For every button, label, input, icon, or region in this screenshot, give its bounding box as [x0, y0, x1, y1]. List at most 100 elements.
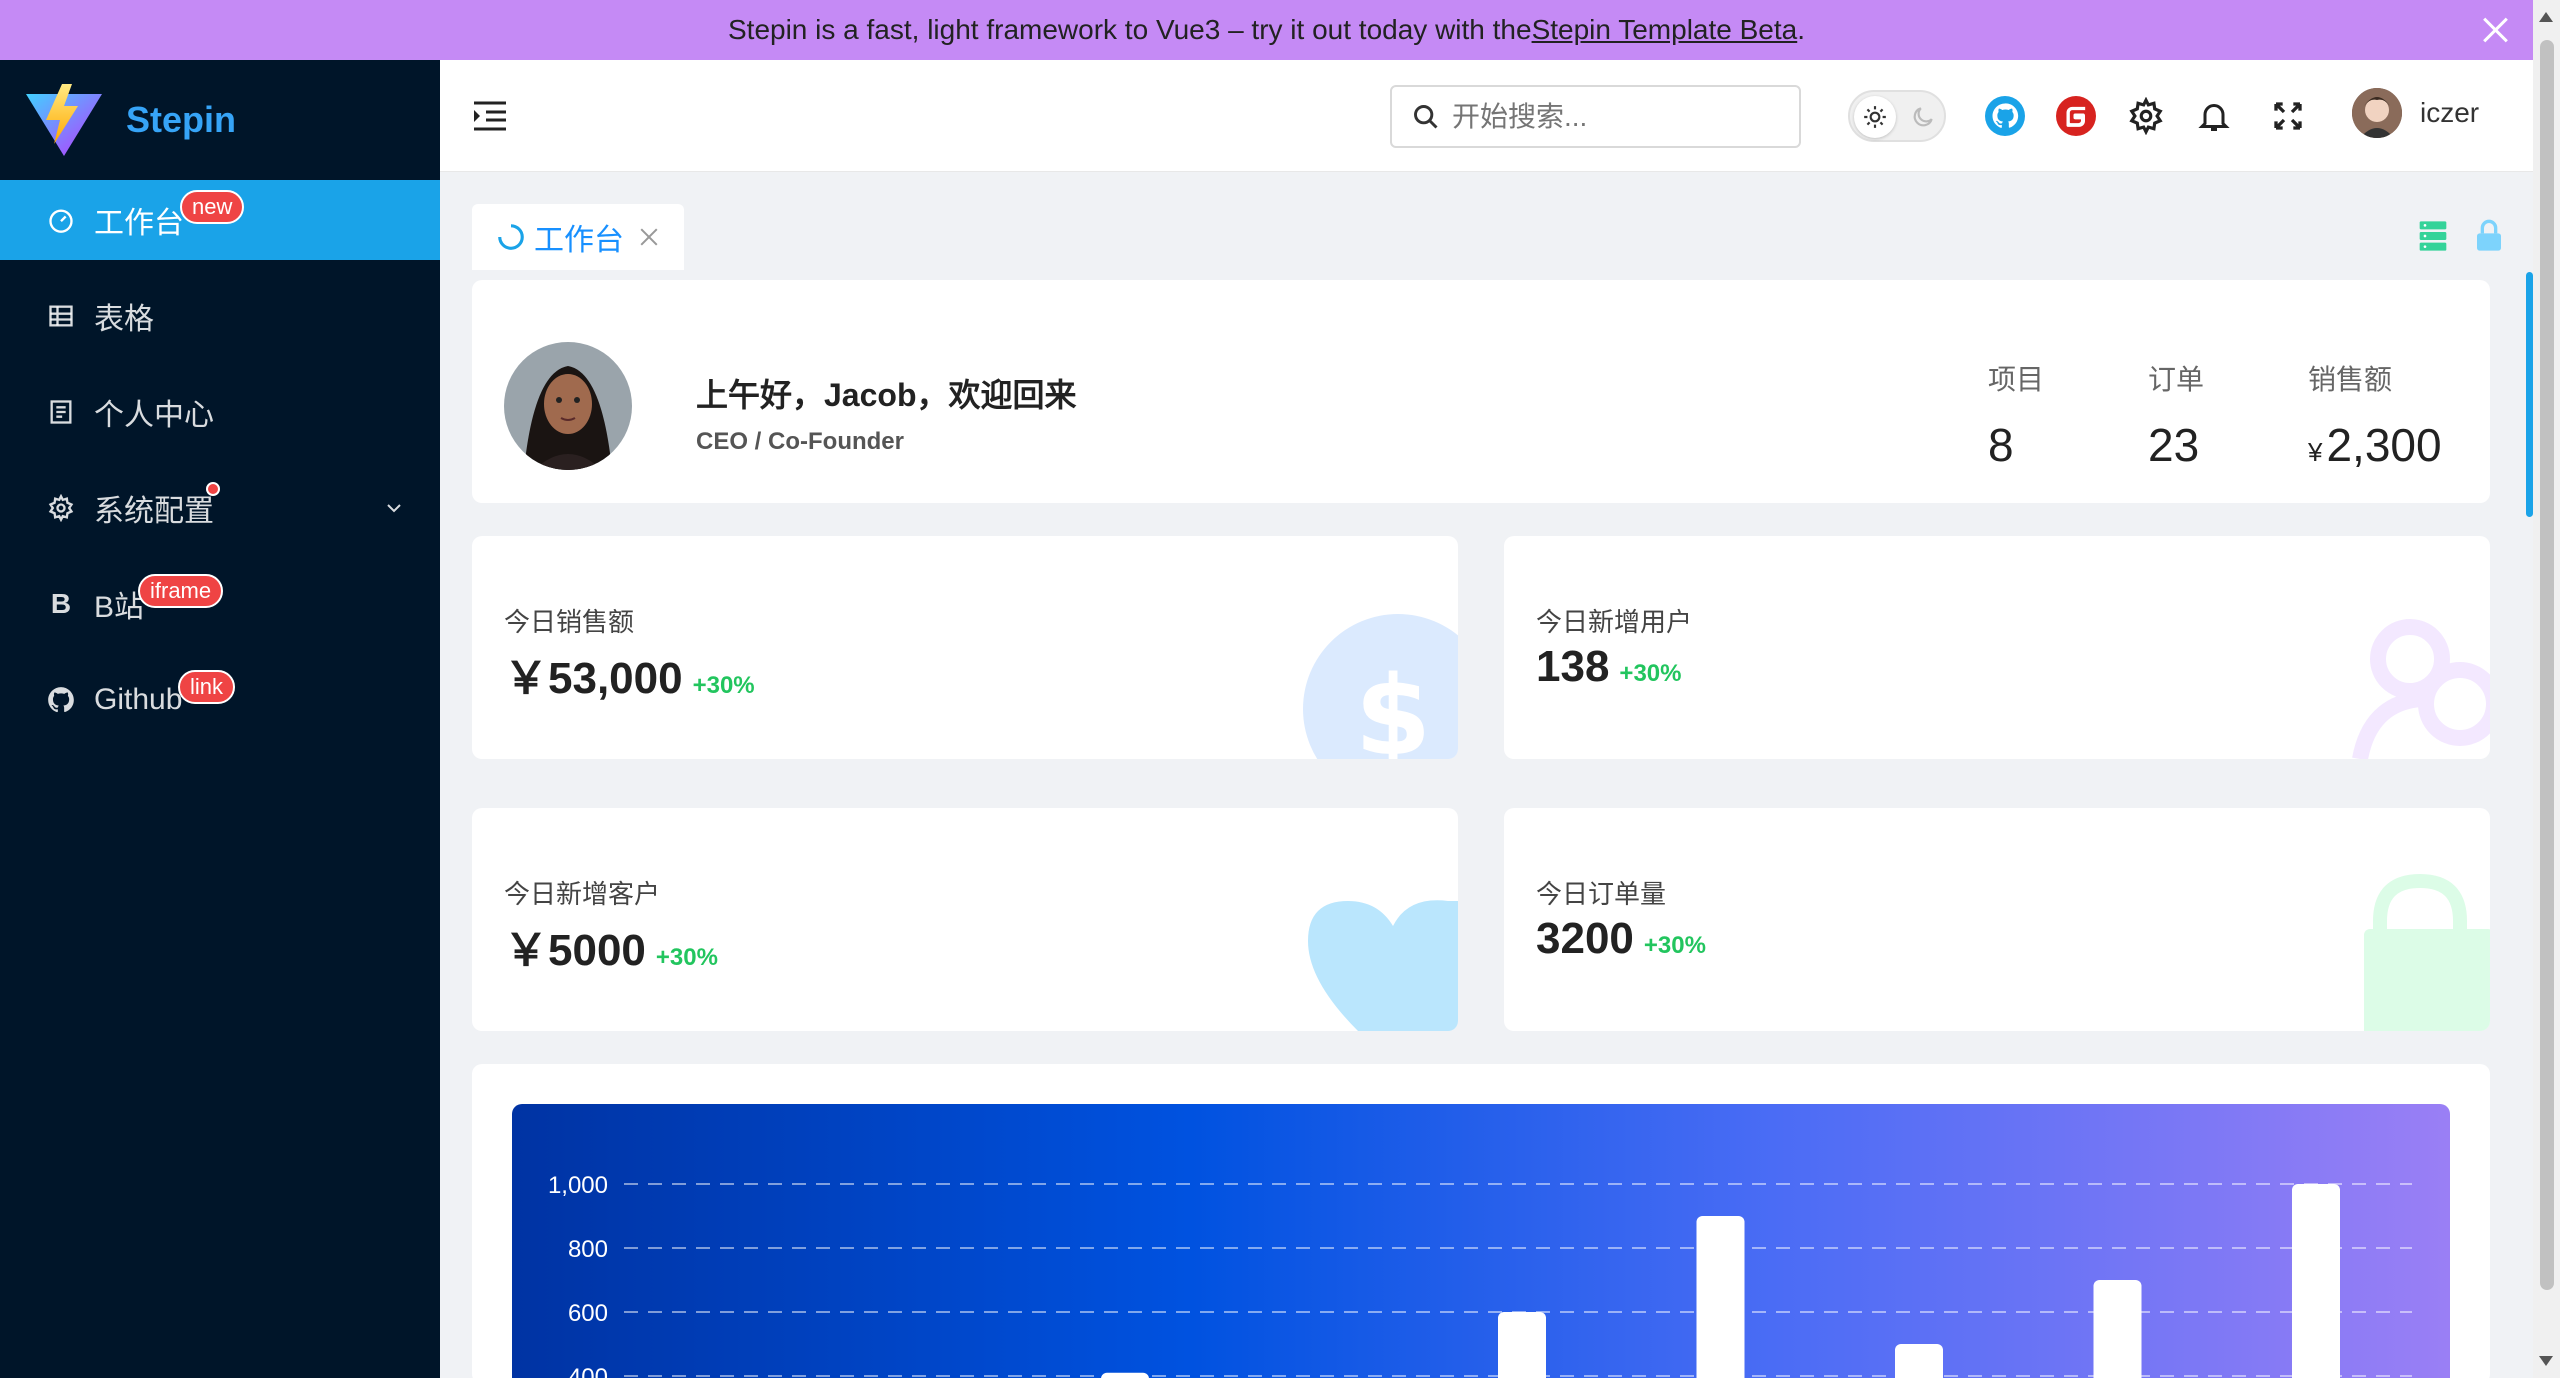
avatar — [504, 342, 632, 470]
kpi-change: +30% — [655, 944, 718, 971]
stat-amount: 2,300 — [2326, 419, 2442, 471]
stat-value: 23 — [2148, 419, 2200, 471]
currency-symbol: ¥ — [2308, 437, 2323, 467]
chart-bar[interactable] — [1895, 1344, 1943, 1378]
stat-label: 项目 — [1988, 364, 2045, 395]
dollar-icon: $ — [1303, 614, 1458, 759]
sidebar-item-label: 表格 — [94, 303, 154, 336]
main-content: 工作台 上午好，Jacob，欢迎回来 CEO / Co-Founder 项目 8… — [440, 172, 2533, 1378]
banner-text: Stepin is a fast, light framework to Vue… — [727, 14, 1532, 45]
settings-icon[interactable] — [2126, 96, 2166, 136]
kpi-label: 今日订单量 — [1536, 879, 1667, 909]
gitee-icon[interactable] — [2056, 96, 2096, 136]
new-badge: new — [180, 190, 245, 224]
greeting-text: 上午好，Jacob，欢迎回来 — [696, 377, 1077, 413]
banner-tail: . — [1797, 14, 1806, 45]
kpi-card-orders: 今日订单量 3200 +30% — [1504, 808, 2490, 1031]
iframe-badge: iframe — [138, 574, 224, 608]
chevron-down-icon[interactable] — [384, 498, 404, 518]
avatar — [2352, 88, 2402, 138]
sidebar-item-label: B站 — [94, 591, 145, 624]
kpi-number: 3200 — [1536, 914, 1634, 963]
sidebar-item-label: 工作台 — [94, 207, 184, 240]
sidebar-item-label: Github — [94, 683, 183, 716]
y-tick-label: 1,000 — [548, 1172, 608, 1199]
tab-tools — [2417, 218, 2505, 254]
username: iczer — [2420, 97, 2480, 128]
chart-bar[interactable] — [1696, 1216, 1745, 1378]
chart-bar[interactable] — [1498, 1312, 1546, 1378]
sidebar-item-dashboard[interactable]: 工作台 new — [0, 180, 440, 260]
bag-icon — [2364, 873, 2490, 1031]
chart-bar[interactable] — [1101, 1372, 1149, 1378]
sidebar-item-label: 系统配置 — [94, 495, 214, 528]
kpi-number: 138 — [1536, 642, 1610, 691]
close-icon[interactable] — [2477, 12, 2513, 48]
fullscreen-icon[interactable] — [2268, 96, 2308, 136]
kpi-label: 今日新增客户 — [504, 879, 661, 909]
heart-icon — [1308, 900, 1458, 1031]
lock-icon[interactable] — [2473, 218, 2505, 254]
chart-bar[interactable] — [2292, 1184, 2340, 1378]
users-icon — [2352, 619, 2490, 759]
search-input[interactable] — [1452, 100, 1772, 133]
page-scrollbar[interactable] — [2533, 0, 2560, 1378]
bilibili-icon: B — [50, 588, 72, 619]
scroll-thumb[interactable] — [2540, 40, 2554, 1290]
notification-dot — [206, 482, 220, 496]
gear-icon — [46, 493, 76, 523]
sidebar-item-github[interactable]: Github link — [0, 660, 440, 740]
top-header: iczer — [440, 60, 2533, 172]
scroll-up-icon[interactable] — [2539, 12, 2553, 22]
kpi-label: 今日销售额 — [504, 607, 635, 637]
close-icon[interactable] — [638, 226, 660, 248]
sidebar-item-system-config[interactable]: 系统配置 — [0, 468, 440, 548]
tab-dashboard[interactable]: 工作台 — [472, 204, 684, 270]
svg-text:$: $ — [1355, 652, 1432, 759]
chart-bar[interactable] — [2093, 1280, 2142, 1378]
kpi-change: +30% — [1643, 932, 1706, 959]
link-badge: link — [178, 670, 236, 704]
stat-label: 订单 — [2148, 364, 2205, 395]
user-menu[interactable]: iczer — [2352, 88, 2479, 138]
y-tick-label: 400 — [568, 1364, 608, 1378]
kpi-card-customers: 今日新增客户 ￥5000 +30% — [472, 808, 1458, 1031]
tab-bar: 工作台 — [472, 204, 684, 270]
scroll-indicator — [2526, 272, 2533, 517]
theme-toggle[interactable] — [1848, 90, 1946, 142]
sidebar-item-table[interactable]: 表格 — [0, 276, 440, 356]
sidebar: Stepin 工作台 new 表格 个人中心 系统配置 B B站 iframe — [0, 60, 440, 1378]
kpi-number: ￥53,000 — [504, 654, 683, 703]
kpi-value: 138 +30% — [1536, 642, 1681, 692]
kpi-change: +30% — [1619, 660, 1682, 687]
kpi-value: ￥53,000 +30% — [504, 642, 755, 706]
github-header-icon[interactable] — [1985, 96, 2025, 136]
role-text: CEO / Co-Founder — [696, 428, 904, 455]
announcement-banner: Stepin is a fast, light framework to Vue… — [0, 0, 2533, 60]
kpi-card-sales: 今日销售额 ￥53,000 +30% $ — [472, 536, 1458, 759]
sidebar-item-label: 个人中心 — [94, 399, 214, 432]
scroll-down-icon[interactable] — [2539, 1356, 2553, 1366]
profile-card: 上午好，Jacob，欢迎回来 CEO / Co-Founder 项目 8 订单 … — [472, 280, 2490, 503]
logo[interactable]: Stepin — [0, 60, 440, 180]
sun-icon — [1854, 96, 1896, 138]
search-icon — [1414, 104, 1438, 129]
menu-fold-icon[interactable] — [472, 98, 508, 134]
kpi-label: 今日新增用户 — [1536, 607, 1693, 637]
stat-value: 8 — [1988, 419, 2014, 471]
profile-icon — [46, 397, 76, 427]
bell-icon[interactable] — [2194, 96, 2234, 136]
sidebar-item-profile[interactable]: 个人中心 — [0, 372, 440, 452]
tab-label: 工作台 — [534, 224, 624, 257]
table-icon — [46, 301, 76, 331]
stepin-logo-icon — [26, 84, 102, 156]
search-box[interactable] — [1390, 85, 1801, 148]
banner-link[interactable]: Stepin Template Beta — [1532, 14, 1798, 46]
database-icon[interactable] — [2417, 218, 2449, 254]
stat-label: 销售额 — [2308, 364, 2393, 395]
sidebar-item-bilibili[interactable]: B B站 iframe — [0, 564, 440, 644]
moon-icon — [1913, 107, 1933, 127]
loading-icon — [498, 224, 524, 250]
brand-name: Stepin — [126, 99, 237, 140]
kpi-value: ￥5000 +30% — [504, 914, 718, 978]
